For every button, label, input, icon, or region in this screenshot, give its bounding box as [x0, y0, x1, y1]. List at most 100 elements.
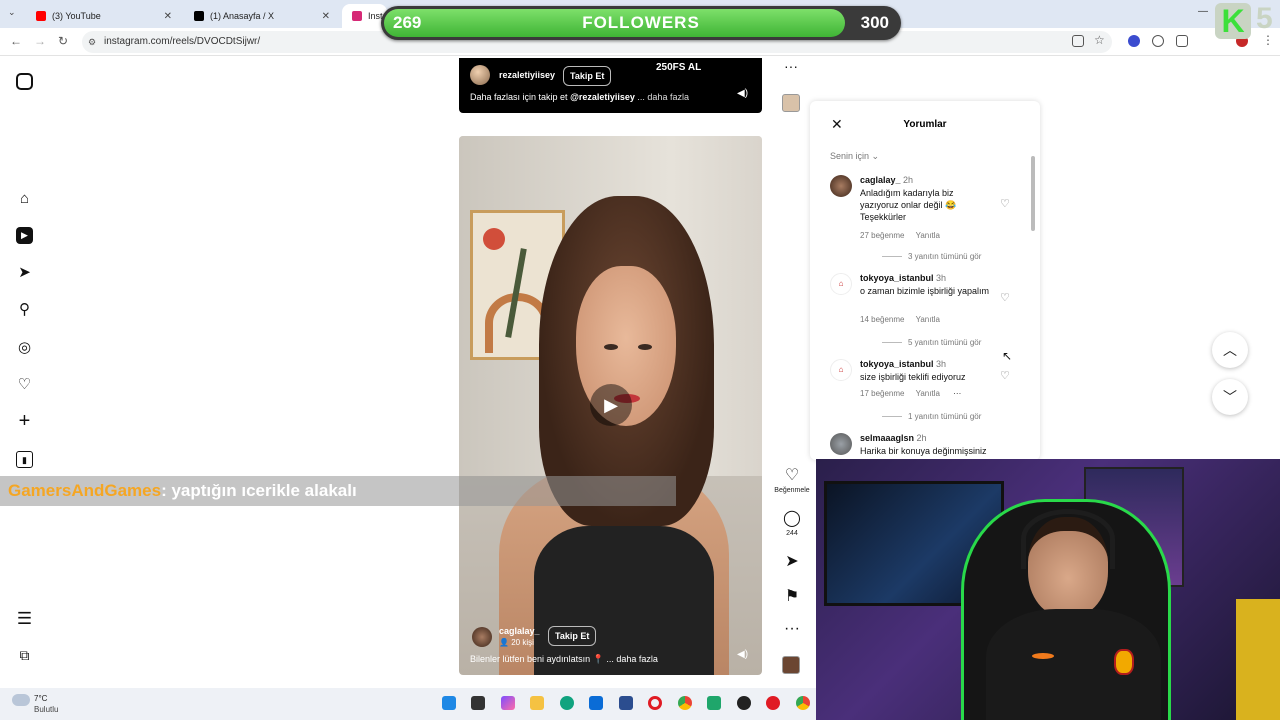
search-icon[interactable]: ⚲: [16, 301, 33, 318]
avatar[interactable]: [830, 433, 852, 455]
forward-icon[interactable]: →: [34, 34, 46, 48]
comment-icon[interactable]: ◯: [780, 508, 804, 528]
volume-icon[interactable]: ◀): [737, 649, 748, 660]
tab-x[interactable]: (1) Anasayfa / X ✕: [184, 4, 338, 28]
extension-icon[interactable]: [1152, 35, 1164, 47]
comment-filter-dropdown[interactable]: Senin için ⌄: [830, 151, 879, 162]
chrome-icon[interactable]: [678, 696, 692, 710]
weather-icon[interactable]: [12, 694, 30, 706]
file-explorer-icon[interactable]: [530, 696, 544, 710]
view-replies-link[interactable]: 1 yanıtın tümünü gör: [882, 412, 981, 421]
more-menu-icon[interactable]: ☰: [16, 610, 33, 627]
messages-icon[interactable]: ➤: [16, 264, 33, 281]
follow-button[interactable]: Takip Et: [548, 626, 597, 646]
stream-logo-number: 5: [1256, 2, 1273, 35]
reload-icon[interactable]: ↻: [58, 34, 68, 48]
share-icon[interactable]: ➤: [780, 551, 804, 571]
reply-link[interactable]: Yanıtla: [916, 315, 940, 324]
audio-thumbnail[interactable]: [782, 94, 800, 112]
opera-icon[interactable]: [648, 696, 662, 710]
comment-options-icon[interactable]: ···: [953, 389, 961, 398]
comment-username[interactable]: tokyoya_istanbul: [860, 359, 934, 369]
audio-thumbnail[interactable]: [782, 656, 800, 674]
close-tab-icon[interactable]: ✕: [322, 11, 330, 22]
app-icon[interactable]: [619, 696, 633, 710]
comment-item: ⌂ tokyoya_istanbul 3h o zaman bizimle iş…: [830, 273, 1010, 333]
copilot-icon[interactable]: [501, 696, 515, 710]
reel-username[interactable]: caglalay_: [499, 626, 540, 636]
instagram-logo-icon[interactable]: [16, 73, 33, 90]
avatar[interactable]: [830, 175, 852, 197]
follow-button[interactable]: Takip Et: [563, 66, 612, 86]
tab-list-icon[interactable]: ⌄: [8, 7, 16, 18]
more-link[interactable]: ... daha fazla: [637, 92, 689, 102]
weather-temp[interactable]: 7°C: [34, 694, 47, 703]
chrome-icon[interactable]: [796, 696, 810, 710]
comment-like-heart-icon[interactable]: ♡: [1000, 197, 1010, 210]
avatar[interactable]: ⌂: [830, 359, 852, 381]
extension-icon[interactable]: [1128, 35, 1140, 47]
weather-condition[interactable]: Bulutlu: [34, 705, 58, 714]
dashboard-icon[interactable]: ▮: [16, 451, 33, 468]
more-options-icon[interactable]: ···: [780, 620, 804, 638]
install-icon[interactable]: [1072, 35, 1084, 47]
view-replies-link[interactable]: 3 yanıtın tümünü gör: [882, 252, 981, 261]
more-options-icon[interactable]: ···: [784, 58, 798, 74]
comments-scrollbar[interactable]: [1031, 156, 1035, 231]
comment-like-heart-icon[interactable]: ♡: [1000, 291, 1010, 304]
extensions-puzzle-icon[interactable]: [1176, 35, 1188, 47]
comment-username[interactable]: caglalay_: [860, 175, 901, 185]
comment-like-heart-icon[interactable]: ♡: [1000, 369, 1010, 382]
save-bookmark-icon[interactable]: ⚑: [780, 586, 804, 606]
avatar[interactable]: [472, 627, 492, 647]
webcam-feed: [816, 459, 1280, 720]
comment-username[interactable]: tokyoya_istanbul: [860, 273, 934, 283]
like-heart-icon[interactable]: ♡: [780, 465, 804, 485]
home-icon[interactable]: ⌂: [16, 190, 33, 207]
reel-username[interactable]: rezaletiyiisey: [499, 70, 555, 80]
view-replies-link[interactable]: 5 yanıtın tümünü gör: [882, 338, 981, 347]
bookmark-star-icon[interactable]: ☆: [1094, 33, 1105, 47]
task-view-icon[interactable]: [471, 696, 485, 710]
edge-icon[interactable]: [560, 696, 574, 710]
explore-icon[interactable]: ◎: [16, 339, 33, 356]
comment-likes[interactable]: 17 beğenme: [860, 389, 904, 398]
avatar[interactable]: [470, 65, 490, 85]
reel-banner-text: 250FS AL: [656, 62, 702, 73]
person-eye: [638, 344, 652, 350]
minimize-icon[interactable]: —: [1198, 6, 1208, 17]
painting-sun: [483, 228, 505, 250]
reply-link[interactable]: Yanıtla: [916, 389, 940, 398]
comment-text: o zaman bizimle işbirliği yapalım: [860, 286, 990, 296]
stream-logo: K: [1215, 3, 1251, 39]
next-reel-button[interactable]: ﹀: [1212, 379, 1248, 415]
app-icon[interactable]: [737, 696, 751, 710]
meta-apps-icon[interactable]: ⧉: [16, 647, 33, 664]
play-icon[interactable]: ▶: [590, 384, 632, 426]
notifications-heart-icon[interactable]: ♡: [16, 376, 33, 393]
site-info-icon[interactable]: ⚙: [88, 31, 96, 53]
app-icon[interactable]: [707, 696, 721, 710]
collab-people[interactable]: 👤 20 kişi: [499, 638, 534, 647]
create-icon[interactable]: +: [16, 411, 33, 431]
store-icon[interactable]: [589, 696, 603, 710]
previous-reel-button[interactable]: ︿: [1212, 332, 1248, 368]
mention-link[interactable]: @rezaletiyiisey: [570, 92, 635, 102]
more-link[interactable]: ... daha fazla: [606, 654, 658, 664]
volume-icon[interactable]: ◀): [737, 88, 748, 99]
tab-youtube[interactable]: (3) YouTube ✕: [26, 4, 180, 28]
comment-item: selmaaaglsn 2h Harika bir konuya değinmi…: [830, 433, 1010, 459]
comment-likes[interactable]: 14 beğenme: [860, 315, 904, 324]
back-icon[interactable]: ←: [10, 34, 22, 48]
app-icon[interactable]: [766, 696, 780, 710]
url-text: instagram.com/reels/DVOCDtSijwr/: [104, 36, 261, 47]
reply-link[interactable]: Yanıtla: [916, 231, 940, 240]
reels-icon[interactable]: ▶: [16, 227, 33, 244]
avatar[interactable]: ⌂: [830, 273, 852, 295]
reel-video[interactable]: ▶ caglalay_ 👤 20 kişi Takip Et Bilenler …: [459, 136, 762, 675]
windows-start-icon[interactable]: [442, 696, 456, 710]
comment-meta: 27 beğenme Yanıtla: [860, 231, 940, 240]
comment-likes[interactable]: 27 beğenme: [860, 231, 904, 240]
comment-username[interactable]: selmaaaglsn: [860, 433, 914, 443]
close-tab-icon[interactable]: ✕: [164, 11, 172, 22]
